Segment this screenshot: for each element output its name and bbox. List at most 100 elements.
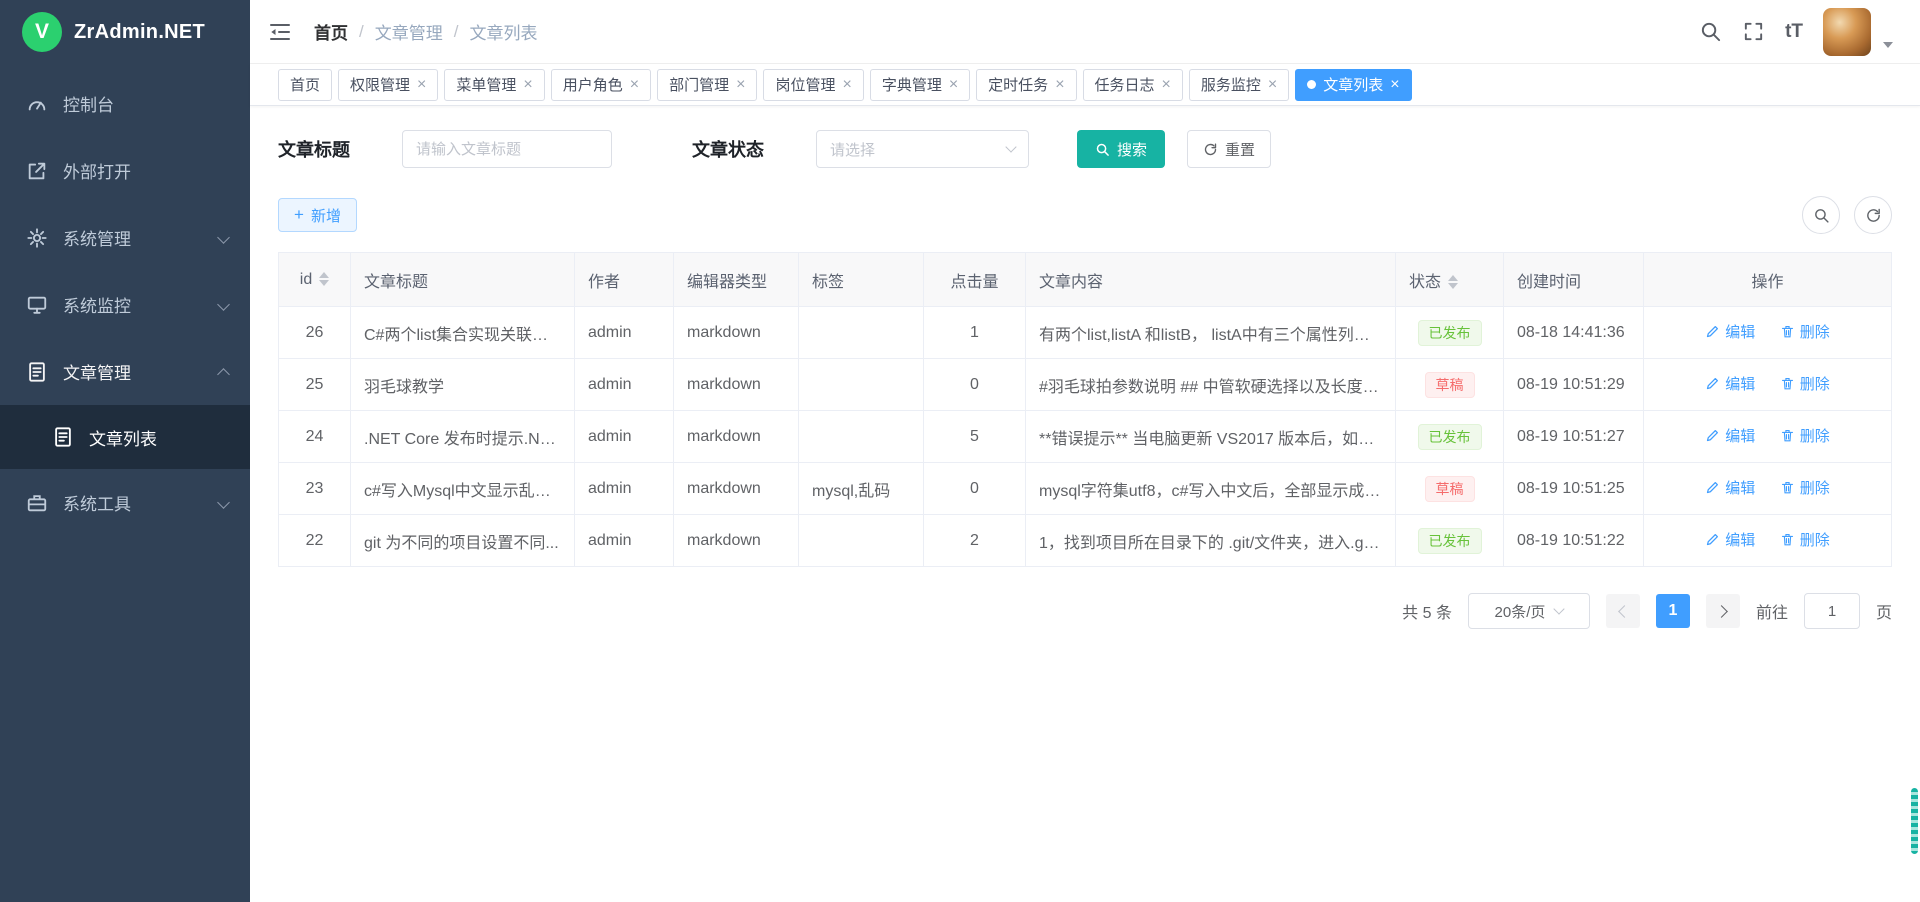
add-button[interactable]: + 新增 bbox=[278, 198, 357, 232]
sidebar-item-article-management[interactable]: 文章管理 bbox=[0, 338, 250, 405]
close-icon[interactable]: × bbox=[523, 77, 532, 93]
reset-button[interactable]: 重置 bbox=[1187, 130, 1271, 168]
cell-tags bbox=[799, 359, 924, 411]
tab-label: 菜单管理 bbox=[456, 74, 516, 95]
prev-page-button[interactable] bbox=[1606, 594, 1640, 628]
delete-button[interactable]: 删除 bbox=[1780, 425, 1830, 446]
tab-task-log[interactable]: 任务日志 × bbox=[1083, 69, 1183, 101]
cell-author: admin bbox=[575, 463, 674, 515]
sidebar-item-system-management[interactable]: 系统管理 bbox=[0, 204, 250, 271]
cell-created-at: 08-19 10:51:22 bbox=[1504, 515, 1644, 567]
cell-id: 24 bbox=[279, 411, 351, 463]
cell-actions: 编辑 删除 bbox=[1644, 307, 1892, 359]
gear-icon bbox=[26, 227, 48, 249]
table-row: 26 C#两个list集合实现关联，... admin markdown 1 有… bbox=[279, 307, 1892, 359]
scrollbar-thumb[interactable] bbox=[1911, 788, 1918, 854]
tab-home[interactable]: 首页 bbox=[278, 69, 332, 101]
close-icon[interactable]: × bbox=[417, 77, 426, 93]
close-icon[interactable]: × bbox=[630, 77, 639, 93]
delete-button[interactable]: 删除 bbox=[1780, 373, 1830, 394]
page-number-1[interactable]: 1 bbox=[1656, 594, 1690, 628]
pen-icon bbox=[1705, 532, 1720, 547]
sidebar-item-external-open[interactable]: 外部打开 bbox=[0, 137, 250, 204]
close-icon[interactable]: × bbox=[1390, 77, 1399, 93]
search-icon[interactable] bbox=[1699, 20, 1722, 43]
close-icon[interactable]: × bbox=[736, 77, 745, 93]
sort-icon[interactable] bbox=[319, 272, 329, 286]
edit-button[interactable]: 编辑 bbox=[1705, 321, 1755, 342]
logo-letter: V bbox=[35, 20, 49, 44]
cell-status: 已发布 bbox=[1396, 515, 1504, 567]
pen-icon bbox=[1705, 480, 1720, 495]
close-icon[interactable]: × bbox=[842, 77, 851, 93]
breadcrumb-home[interactable]: 首页 bbox=[314, 19, 348, 44]
tab-dict-management[interactable]: 字典管理 × bbox=[870, 69, 970, 101]
chevron-down-icon bbox=[1005, 141, 1016, 152]
sort-icon[interactable] bbox=[1448, 275, 1458, 289]
app-logo: V ZrAdmin.NET bbox=[0, 0, 250, 64]
article-title-input[interactable] bbox=[402, 130, 612, 168]
column-header-status[interactable]: 状态 bbox=[1396, 253, 1504, 307]
article-table: id 文章标题 作者 编辑器类型 标签 点击量 文章内容 状态 创建时间 bbox=[278, 252, 1892, 567]
article-title-label: 文章标题 bbox=[278, 136, 350, 162]
trash-icon bbox=[1780, 376, 1795, 391]
tab-menu-management[interactable]: 菜单管理 × bbox=[444, 69, 544, 101]
close-icon[interactable]: × bbox=[1055, 77, 1064, 93]
tabbar: 首页 权限管理 × 菜单管理 × 用户角色 × 部门管理 × 岗位管理 × bbox=[250, 64, 1920, 106]
tab-service-monitor[interactable]: 服务监控 × bbox=[1189, 69, 1289, 101]
column-header-id[interactable]: id bbox=[279, 253, 351, 307]
sidebar-item-system-monitor[interactable]: 系统监控 bbox=[0, 271, 250, 338]
edit-button[interactable]: 编辑 bbox=[1705, 477, 1755, 498]
document-icon bbox=[52, 426, 74, 448]
edit-button[interactable]: 编辑 bbox=[1705, 373, 1755, 394]
breadcrumb-article-management[interactable]: 文章管理 bbox=[375, 19, 443, 44]
tab-post-management[interactable]: 岗位管理 × bbox=[763, 69, 863, 101]
cell-hits: 2 bbox=[924, 515, 1026, 567]
edit-button[interactable]: 编辑 bbox=[1705, 529, 1755, 550]
cell-author: admin bbox=[575, 411, 674, 463]
goto-page-input[interactable] bbox=[1804, 593, 1860, 629]
sidebar-item-dashboard[interactable]: 控制台 bbox=[0, 70, 250, 137]
trash-icon bbox=[1780, 480, 1795, 495]
sidebar-item-article-list[interactable]: 文章列表 bbox=[0, 405, 250, 469]
column-header-content: 文章内容 bbox=[1026, 253, 1396, 307]
refresh-table-icon[interactable] bbox=[1854, 196, 1892, 234]
tab-department-management[interactable]: 部门管理 × bbox=[657, 69, 757, 101]
delete-button[interactable]: 删除 bbox=[1780, 529, 1830, 550]
close-icon[interactable]: × bbox=[949, 77, 958, 93]
cell-editor-type: markdown bbox=[674, 515, 799, 567]
user-avatar[interactable] bbox=[1823, 8, 1871, 56]
chevron-left-icon bbox=[1618, 605, 1631, 618]
cell-actions: 编辑 删除 bbox=[1644, 515, 1892, 567]
close-icon[interactable]: × bbox=[1268, 77, 1277, 93]
tab-user-role[interactable]: 用户角色 × bbox=[551, 69, 651, 101]
avatar-caret-down-icon[interactable] bbox=[1883, 42, 1893, 48]
fullscreen-icon[interactable] bbox=[1742, 20, 1765, 43]
chevron-up-icon bbox=[217, 368, 230, 381]
close-icon[interactable]: × bbox=[1162, 77, 1171, 93]
cell-content: **错误提示** 当电脑更新 VS2017 版本后，如果... bbox=[1026, 411, 1396, 463]
next-page-button[interactable] bbox=[1706, 594, 1740, 628]
edit-button[interactable]: 编辑 bbox=[1705, 425, 1755, 446]
tab-permission-management[interactable]: 权限管理 × bbox=[338, 69, 438, 101]
table-toolbar: + 新增 bbox=[278, 196, 1892, 234]
delete-button[interactable]: 删除 bbox=[1780, 321, 1830, 342]
cell-hits: 1 bbox=[924, 307, 1026, 359]
tab-label: 定时任务 bbox=[988, 74, 1048, 95]
sidebar-item-system-tools[interactable]: 系统工具 bbox=[0, 469, 250, 536]
pen-icon bbox=[1705, 428, 1720, 443]
toggle-search-icon[interactable] bbox=[1802, 196, 1840, 234]
cell-tags: mysql,乱码 bbox=[799, 463, 924, 515]
tab-scheduled-tasks[interactable]: 定时任务 × bbox=[976, 69, 1076, 101]
page-size-select[interactable]: 20条/页 bbox=[1468, 593, 1590, 629]
top-header: 首页 / 文章管理 / 文章列表 tT bbox=[250, 0, 1920, 64]
article-status-select[interactable]: 请选择 bbox=[816, 130, 1029, 168]
tab-article-list[interactable]: 文章列表 × bbox=[1295, 69, 1411, 101]
search-button[interactable]: 搜索 bbox=[1077, 130, 1165, 168]
app-root: V ZrAdmin.NET 控制台 外部打开 系统管理 bbox=[0, 0, 1920, 902]
delete-button[interactable]: 删除 bbox=[1780, 477, 1830, 498]
trash-icon bbox=[1780, 532, 1795, 547]
sidebar-collapse-icon[interactable] bbox=[268, 18, 296, 46]
plus-icon: + bbox=[294, 205, 304, 225]
font-size-icon[interactable]: tT bbox=[1785, 21, 1803, 43]
